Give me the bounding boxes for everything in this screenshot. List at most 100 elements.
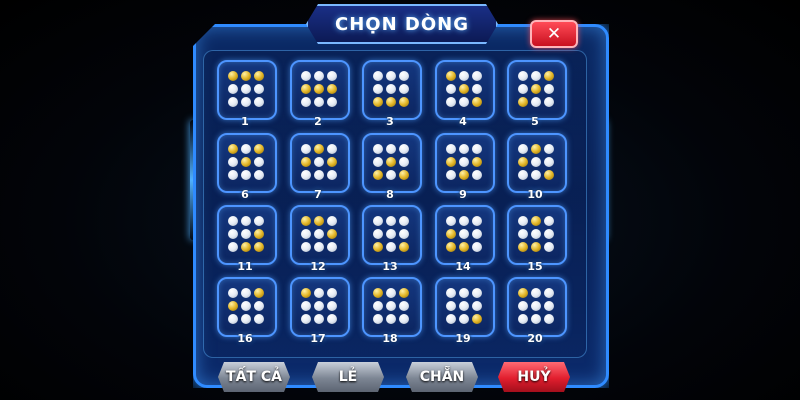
line-tile-15[interactable] [507, 205, 567, 265]
line-tile-2[interactable] [290, 60, 350, 120]
line-tile-13[interactable] [362, 205, 422, 265]
line-tile-17[interactable] [290, 277, 350, 337]
line-number-label: 9 [459, 188, 467, 201]
line-tile-11[interactable] [217, 205, 277, 265]
white-dot-icon [386, 301, 396, 311]
white-dot-icon [241, 97, 251, 107]
white-dot-icon [531, 301, 541, 311]
line-number-label: 10 [527, 188, 543, 201]
white-dot-icon [327, 71, 337, 81]
white-dot-icon [399, 301, 409, 311]
line-tile-20[interactable] [507, 277, 567, 337]
gold-coin-icon [531, 216, 541, 226]
select-all-button[interactable]: TẤT CẢ [218, 362, 290, 392]
line-tile-19[interactable] [435, 277, 495, 337]
white-dot-icon [373, 229, 383, 239]
gold-coin-icon [518, 97, 528, 107]
line-tile-3[interactable] [362, 60, 422, 120]
white-dot-icon [459, 157, 469, 167]
line-tile-8[interactable] [362, 133, 422, 193]
cancel-button[interactable]: HUỶ [498, 362, 570, 392]
white-dot-icon [544, 84, 554, 94]
line-tile-10[interactable] [507, 133, 567, 193]
line-tile-6[interactable] [217, 133, 277, 193]
gold-coin-icon [459, 242, 469, 252]
gold-coin-icon [373, 242, 383, 252]
gold-coin-icon [531, 84, 541, 94]
gold-coin-icon [518, 288, 528, 298]
line-tile-16[interactable] [217, 277, 277, 337]
line-tile-5[interactable] [507, 60, 567, 120]
white-dot-icon [399, 144, 409, 154]
gold-coin-icon [314, 84, 324, 94]
white-dot-icon [531, 97, 541, 107]
line-number-label: 2 [314, 115, 322, 128]
line-grid: 1 2 3 4 5 6 7 8 9 10 11 12 13 14 15 16 17 18 19 20 [214, 60, 579, 350]
white-dot-icon [472, 301, 482, 311]
odd-lines-button[interactable]: LẺ [312, 362, 384, 392]
white-dot-icon [459, 97, 469, 107]
white-dot-icon [241, 170, 251, 180]
white-dot-icon [446, 144, 456, 154]
white-dot-icon [446, 97, 456, 107]
gold-coin-icon [446, 242, 456, 252]
gold-coin-icon [254, 71, 264, 81]
dialog-title: CHỌN DÒNG [335, 13, 469, 35]
white-dot-icon [314, 71, 324, 81]
white-dot-icon [327, 301, 337, 311]
line-tile-9[interactable] [435, 133, 495, 193]
white-dot-icon [544, 288, 554, 298]
white-dot-icon [301, 71, 311, 81]
line-tile-14[interactable] [435, 205, 495, 265]
gold-coin-icon [446, 229, 456, 239]
white-dot-icon [446, 216, 456, 226]
white-dot-icon [301, 144, 311, 154]
white-dot-icon [228, 314, 238, 324]
white-dot-icon [386, 242, 396, 252]
white-dot-icon [544, 157, 554, 167]
white-dot-icon [327, 242, 337, 252]
white-dot-icon [327, 170, 337, 180]
line-number-label: 20 [527, 332, 543, 345]
line-number-label: 12 [310, 260, 326, 273]
gold-coin-icon [446, 157, 456, 167]
white-dot-icon [544, 301, 554, 311]
white-dot-icon [241, 84, 251, 94]
white-dot-icon [228, 170, 238, 180]
gold-coin-icon [314, 216, 324, 226]
white-dot-icon [386, 144, 396, 154]
white-dot-icon [241, 288, 251, 298]
white-dot-icon [386, 84, 396, 94]
close-button[interactable]: ✕ [530, 20, 578, 48]
white-dot-icon [518, 170, 528, 180]
gold-coin-icon [386, 157, 396, 167]
white-dot-icon [254, 84, 264, 94]
line-tile-18[interactable] [362, 277, 422, 337]
even-lines-button[interactable]: CHẴN [406, 362, 478, 392]
line-tile-1[interactable] [217, 60, 277, 120]
white-dot-icon [446, 288, 456, 298]
gold-coin-icon [459, 84, 469, 94]
white-dot-icon [228, 97, 238, 107]
white-dot-icon [228, 157, 238, 167]
gold-coin-icon [301, 157, 311, 167]
line-tile-7[interactable] [290, 133, 350, 193]
white-dot-icon [327, 314, 337, 324]
gold-coin-icon [254, 144, 264, 154]
line-number-label: 14 [455, 260, 471, 273]
white-dot-icon [459, 301, 469, 311]
gold-coin-icon [399, 170, 409, 180]
line-tile-4[interactable] [435, 60, 495, 120]
gold-coin-icon [373, 288, 383, 298]
white-dot-icon [314, 314, 324, 324]
white-dot-icon [301, 170, 311, 180]
white-dot-icon [531, 288, 541, 298]
white-dot-icon [228, 229, 238, 239]
gold-coin-icon [241, 242, 251, 252]
white-dot-icon [472, 71, 482, 81]
gold-coin-icon [228, 301, 238, 311]
line-number-label: 8 [386, 188, 394, 201]
line-tile-12[interactable] [290, 205, 350, 265]
white-dot-icon [459, 314, 469, 324]
white-dot-icon [386, 216, 396, 226]
